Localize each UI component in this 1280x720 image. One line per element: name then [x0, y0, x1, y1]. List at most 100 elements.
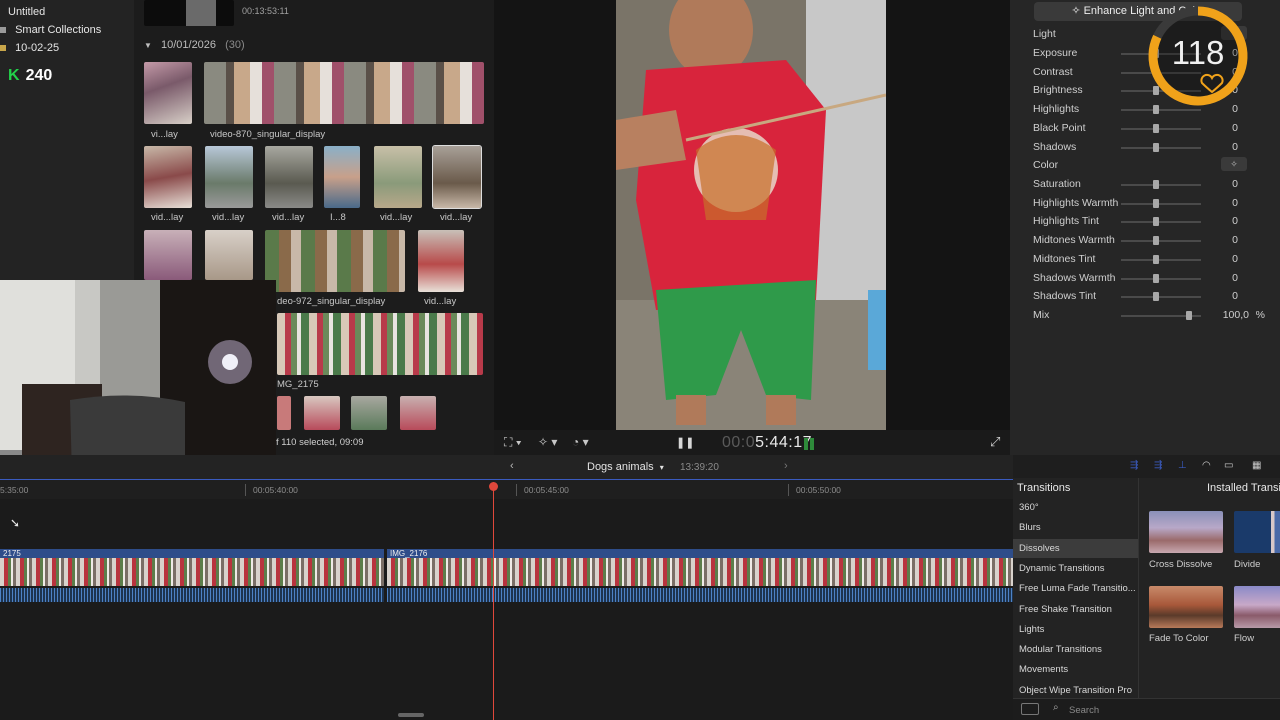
video-frame[interactable] [616, 0, 886, 430]
slider-row[interactable]: Shadows 0 [1033, 141, 1273, 159]
transition-category[interactable]: Modular Transitions [1013, 640, 1138, 659]
transition-category[interactable]: 360° [1013, 498, 1138, 517]
clip-thumbnail[interactable] [265, 146, 313, 208]
slider-track[interactable] [1121, 296, 1201, 299]
slider-row[interactable]: Midtones Tint 0 [1033, 253, 1273, 271]
clip-thumbnail[interactable] [144, 230, 192, 280]
slider-knob[interactable] [1153, 180, 1159, 189]
slider-track[interactable] [1121, 127, 1201, 130]
slider-value[interactable]: 0 [1232, 178, 1238, 190]
slider-track[interactable] [1121, 221, 1201, 224]
sidebar-item-event[interactable]: 10-02-25 [0, 42, 59, 54]
auto-color-icon[interactable]: ✧ [1221, 157, 1247, 171]
slider-row[interactable]: Shadows Tint 0 [1033, 290, 1273, 308]
slider-track[interactable] [1121, 184, 1201, 186]
slider-value[interactable]: 100,0 [1223, 309, 1249, 321]
slider-track[interactable] [1121, 277, 1201, 280]
transition-category[interactable]: Object Wipe Transition Pro [1013, 681, 1138, 700]
clip-thumbnail[interactable] [400, 396, 436, 430]
solo-icon[interactable]: ▭ [1224, 460, 1233, 471]
slider-knob[interactable] [1186, 311, 1192, 320]
sidebar-toggle-icon[interactable] [1021, 703, 1039, 715]
transition-thumbnail[interactable] [1149, 511, 1223, 553]
speed-icon[interactable]: ◔ ▾ [572, 435, 589, 449]
slider-value[interactable]: 0 [1232, 215, 1238, 227]
transition-thumbnail[interactable] [1149, 586, 1223, 628]
slider-row[interactable]: Midtones Warmth 0 [1033, 234, 1273, 252]
sidebar-item-untitled[interactable]: Untitled [8, 6, 45, 18]
clip-appearance-icon[interactable]: ⇶ [1130, 460, 1138, 471]
slider-value[interactable]: 0 [1232, 197, 1238, 209]
slider-knob[interactable] [1153, 273, 1159, 283]
timecode-display[interactable]: 00:05:44:17 [722, 434, 812, 452]
pause-icon[interactable]: ❚❚ [676, 436, 694, 449]
fullscreen-icon[interactable]: ⤢ [990, 434, 1000, 450]
slider-track[interactable] [1121, 146, 1201, 149]
slider-knob[interactable] [1153, 292, 1159, 302]
snapping-icon[interactable]: ⇶ [1154, 460, 1162, 471]
transition-category[interactable]: Free Shake Transition [1013, 600, 1138, 619]
slider-knob[interactable] [1153, 123, 1159, 133]
clip-thumbnail[interactable] [324, 146, 360, 208]
clip-thumbnail[interactable] [205, 230, 253, 280]
clip-filmstrip[interactable] [277, 313, 483, 375]
clip-filmstrip[interactable] [204, 62, 484, 124]
slider-row[interactable]: Highlights Tint 0 [1033, 215, 1273, 233]
timeline-ruler[interactable]: 5:35:00 00:05:40:00 00:05:45:00 00:05:50… [0, 479, 1013, 499]
transition-category[interactable]: Dissolves [1013, 538, 1138, 558]
forward-arrow-icon[interactable]: › [784, 460, 788, 472]
slider-track[interactable] [1121, 258, 1201, 261]
clip-thumbnail[interactable] [432, 145, 482, 209]
slider-knob[interactable] [1153, 217, 1159, 227]
slider-row[interactable]: Black Point 0 [1033, 122, 1273, 140]
back-arrow-icon[interactable]: ‹ [510, 460, 514, 472]
skimming-icon[interactable]: ⊥ [1178, 460, 1187, 471]
clip-thumbnail[interactable] [144, 146, 192, 208]
mix-slider-row[interactable]: Mix 100,0 % [1033, 309, 1273, 327]
horizontal-scrollbar[interactable] [398, 713, 424, 717]
slider-knob[interactable] [1153, 198, 1159, 208]
date-group-header[interactable]: ▼ 10/01/2026 (30) [144, 39, 245, 51]
slider-track[interactable] [1121, 202, 1201, 205]
transition-thumbnail[interactable] [1234, 586, 1280, 628]
disclosure-triangle-icon[interactable]: ▼ [144, 41, 152, 50]
slider-value[interactable]: 0 [1232, 141, 1238, 153]
slider-row[interactable]: Saturation 0 [1033, 178, 1273, 196]
slider-value[interactable]: 0 [1232, 253, 1238, 265]
headphones-icon[interactable]: ◠ [1202, 460, 1211, 471]
clip-thumbnail[interactable] [304, 396, 340, 430]
slider-value[interactable]: 0 [1232, 122, 1238, 134]
clip-thumbnail[interactable] [351, 396, 387, 430]
slider-value[interactable]: 0 [1232, 272, 1238, 284]
slider-value[interactable]: 0 [1232, 234, 1238, 246]
slider-row[interactable]: Shadows Warmth 0 [1033, 272, 1273, 290]
transform-icon[interactable]: ⛶ ▾ [504, 435, 522, 450]
timeline-clip[interactable]: 2175 [0, 549, 384, 605]
timeline-clip[interactable]: IMG_2176 [387, 549, 1013, 605]
transition-category[interactable]: Lights [1013, 620, 1138, 639]
clip-thumbnail[interactable] [418, 230, 464, 292]
transition-category[interactable]: Movements [1013, 660, 1138, 679]
transition-category[interactable]: Blurs [1013, 518, 1138, 537]
playhead[interactable] [493, 482, 494, 720]
clip-thumbnail[interactable] [277, 396, 291, 430]
enhance-wand-icon[interactable]: ✧ ▾ [538, 435, 557, 449]
slider-track[interactable] [1121, 240, 1201, 243]
slider-value[interactable]: 0 [1232, 290, 1238, 302]
slider-row[interactable]: Highlights Warmth 0 [1033, 197, 1273, 215]
transition-category[interactable]: Dynamic Transitions [1013, 559, 1138, 578]
transition-thumbnail[interactable] [1234, 511, 1280, 553]
clip-thumbnail[interactable] [374, 146, 422, 208]
project-name[interactable]: Dogs animals ▾ [587, 461, 664, 473]
clip-thumbnail[interactable] [205, 146, 253, 208]
playhead-handle[interactable] [489, 482, 498, 491]
sidebar-item-smart-collections[interactable]: Smart Collections [0, 24, 101, 36]
slider-knob[interactable] [1153, 142, 1159, 152]
slider-knob[interactable] [1153, 236, 1159, 246]
clip-filmstrip[interactable] [265, 230, 405, 292]
slider-knob[interactable] [1153, 254, 1159, 264]
browser-toggle-icon[interactable]: ▦ [1252, 460, 1261, 471]
search-input[interactable] [1069, 703, 1269, 717]
clip-thumbnail[interactable] [144, 62, 192, 124]
clip-thumbnail[interactable] [144, 0, 234, 26]
